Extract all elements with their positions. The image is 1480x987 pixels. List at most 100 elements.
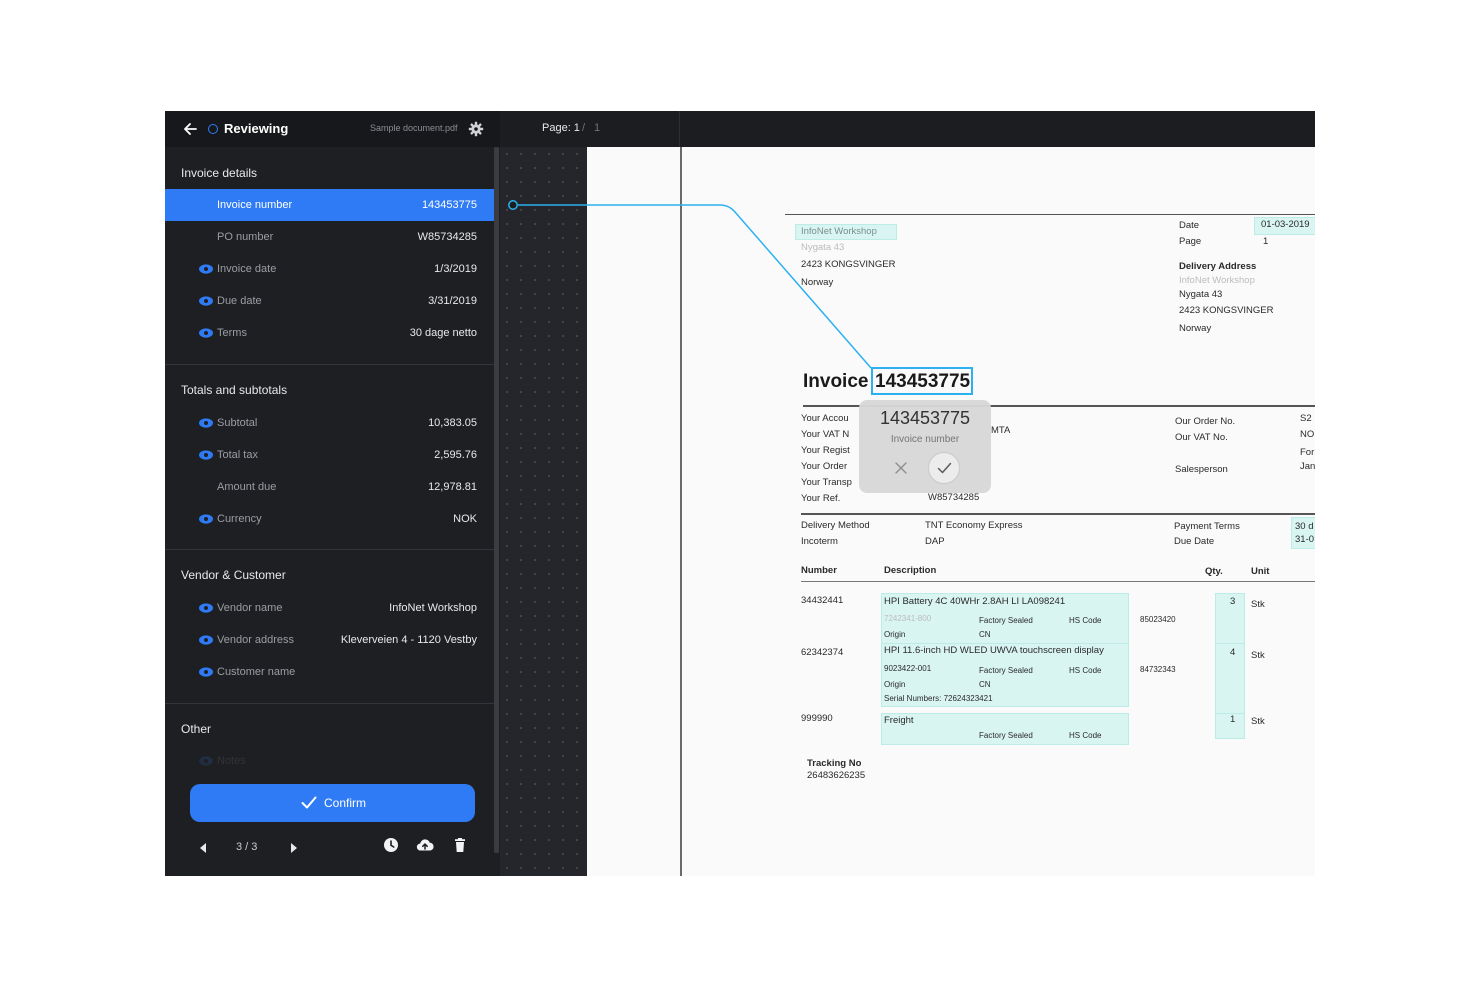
- field-row-invoice-date[interactable]: Invoice date 1/3/2019: [165, 253, 494, 285]
- page-title: Reviewing: [224, 121, 289, 136]
- field-row-terms[interactable]: Terms 30 dage netto: [165, 317, 494, 349]
- eye-icon[interactable]: [198, 755, 214, 767]
- field-row-vendor-name[interactable]: Vendor name InfoNet Workshop: [165, 592, 494, 624]
- sender-country: Norway: [801, 277, 834, 288]
- field-row-po-number[interactable]: PO number W85734285: [165, 221, 494, 253]
- delivery-title: Delivery Address: [1179, 261, 1257, 272]
- our-ref-label: Our VAT No.: [1175, 432, 1228, 443]
- line-qty: 4: [1230, 647, 1236, 658]
- cloud-upload-icon[interactable]: [416, 837, 434, 853]
- table-header-rule: [801, 581, 1315, 582]
- line-origin-value: CN: [979, 630, 991, 639]
- tracking-value: 26483626235: [807, 770, 866, 781]
- field-value: Kleverveien 4 - 1120 Vestby: [340, 634, 477, 646]
- ref-label: Your VAT N: [801, 429, 850, 440]
- due-date-value: 31-0: [1295, 534, 1315, 545]
- sender-name: InfoNet Workshop: [801, 226, 877, 237]
- line-origin-value: CN: [979, 680, 991, 689]
- line-number: 999990: [801, 713, 833, 724]
- page-separator: /: [582, 122, 586, 134]
- sender-city: 2423 KONGSVINGER: [801, 259, 896, 270]
- eye-icon[interactable]: [198, 417, 214, 429]
- trash-icon[interactable]: [452, 837, 468, 853]
- confirm-button[interactable]: Confirm: [190, 784, 475, 822]
- reject-icon[interactable]: [895, 462, 907, 474]
- delivery-method-label: Delivery Method: [801, 520, 870, 531]
- field-row-notes[interactable]: Notes: [165, 745, 494, 777]
- eye-icon[interactable]: [198, 634, 214, 646]
- gear-icon[interactable]: [468, 121, 484, 137]
- line-number: 62342374: [801, 647, 844, 658]
- invoice-number-selection-box[interactable]: [871, 367, 973, 395]
- field-value: 3/31/2019: [428, 295, 477, 307]
- field-value: 12,978.81: [428, 481, 477, 493]
- page-label-doc: Page: [1179, 236, 1202, 247]
- line-origin-label: Origin: [884, 680, 906, 689]
- next-document-icon[interactable]: [291, 843, 297, 853]
- clock-icon[interactable]: [383, 837, 399, 853]
- field-row-vendor-address[interactable]: Vendor address Kleverveien 4 - 1120 Vest…: [165, 624, 494, 656]
- field-value: 143453775: [421, 199, 477, 211]
- confirm-label: Confirm: [324, 796, 367, 810]
- field-value: W85734285: [417, 231, 477, 243]
- field-confirm-popup: 143453775 Invoice number: [859, 400, 991, 493]
- line-description: HPI 11.6-inch HD WLED UWVA touchscreen d…: [884, 645, 1104, 656]
- popup-label: Invoice number: [890, 434, 960, 445]
- eye-icon[interactable]: [198, 666, 214, 678]
- delivery-country: Norway: [1179, 323, 1212, 334]
- eye-icon[interactable]: [198, 513, 214, 525]
- incoterm-value: DAP: [925, 536, 945, 547]
- delivery-method-value: TNT Economy Express: [925, 520, 1023, 531]
- field-row-subtotal[interactable]: Subtotal 10,383.05: [165, 407, 494, 439]
- line-unit: Stk: [1251, 716, 1265, 727]
- our-ref-value: NO: [1300, 429, 1315, 440]
- eye-icon[interactable]: [198, 263, 214, 275]
- prev-document-icon[interactable]: [200, 843, 206, 853]
- section-title-vendor-customer: Vendor & Customer: [181, 568, 286, 582]
- eye-icon[interactable]: [198, 449, 214, 461]
- popup-value: 143453775: [879, 408, 971, 428]
- status-ring-icon: [208, 124, 218, 134]
- field-row-invoice-number[interactable]: Invoice number 143453775: [165, 189, 494, 221]
- tracking-label: Tracking No: [807, 758, 862, 769]
- field-row-due-date[interactable]: Due date 3/31/2019: [165, 285, 494, 317]
- field-label: Invoice date: [217, 263, 277, 275]
- sidebar-header: Reviewing Sample document.pdf: [165, 111, 500, 147]
- eye-icon[interactable]: [198, 295, 214, 307]
- page-value-doc: 1: [1263, 236, 1269, 247]
- ref-label: Your Order: [801, 461, 848, 472]
- line-qty: 3: [1230, 596, 1236, 607]
- field-value: 1/3/2019: [434, 263, 477, 275]
- ref-value: W85734285: [928, 492, 980, 503]
- accept-button[interactable]: [928, 452, 960, 484]
- sender-street: Nygata 43: [801, 242, 845, 253]
- col-header-unit: Unit: [1251, 566, 1270, 577]
- check-icon: [937, 462, 952, 474]
- field-row-amount-due[interactable]: Amount due 12,978.81: [165, 471, 494, 503]
- eye-icon[interactable]: [198, 602, 214, 614]
- line-highlight[interactable]: [881, 713, 1129, 745]
- line-hs-label: HS Code: [1069, 616, 1102, 625]
- field-row-total-tax[interactable]: Total tax 2,595.76: [165, 439, 494, 471]
- section-divider: [165, 703, 494, 704]
- line-sealed: Factory Sealed: [979, 731, 1033, 740]
- document-filename: Sample document.pdf: [370, 123, 458, 133]
- field-value: 10,383.05: [428, 417, 477, 429]
- our-ref-label: Our Order No.: [1175, 416, 1236, 427]
- delivery-name: InfoNet Workshop: [1179, 275, 1255, 286]
- field-label: PO number: [217, 231, 274, 243]
- page-indicator: Page: 1: [542, 122, 580, 134]
- col-header-number: Number: [801, 565, 837, 576]
- field-row-customer-name[interactable]: Customer name: [165, 656, 494, 688]
- eye-icon[interactable]: [198, 327, 214, 339]
- field-row-currency[interactable]: Currency NOK: [165, 503, 494, 535]
- pager-text: 3 / 3: [236, 841, 258, 853]
- field-label: Vendor name: [217, 602, 283, 614]
- field-value: NOK: [453, 513, 477, 525]
- canvas-background: [500, 147, 587, 876]
- line-hs-label: HS Code: [1069, 666, 1102, 675]
- sidebar-scrollbar[interactable]: [494, 147, 499, 853]
- document-page[interactable]: InfoNet Workshop Nygata 43 2423 KONGSVIN…: [587, 147, 1315, 876]
- due-date-label: Due Date: [1174, 536, 1215, 547]
- back-arrow-icon[interactable]: [181, 120, 199, 138]
